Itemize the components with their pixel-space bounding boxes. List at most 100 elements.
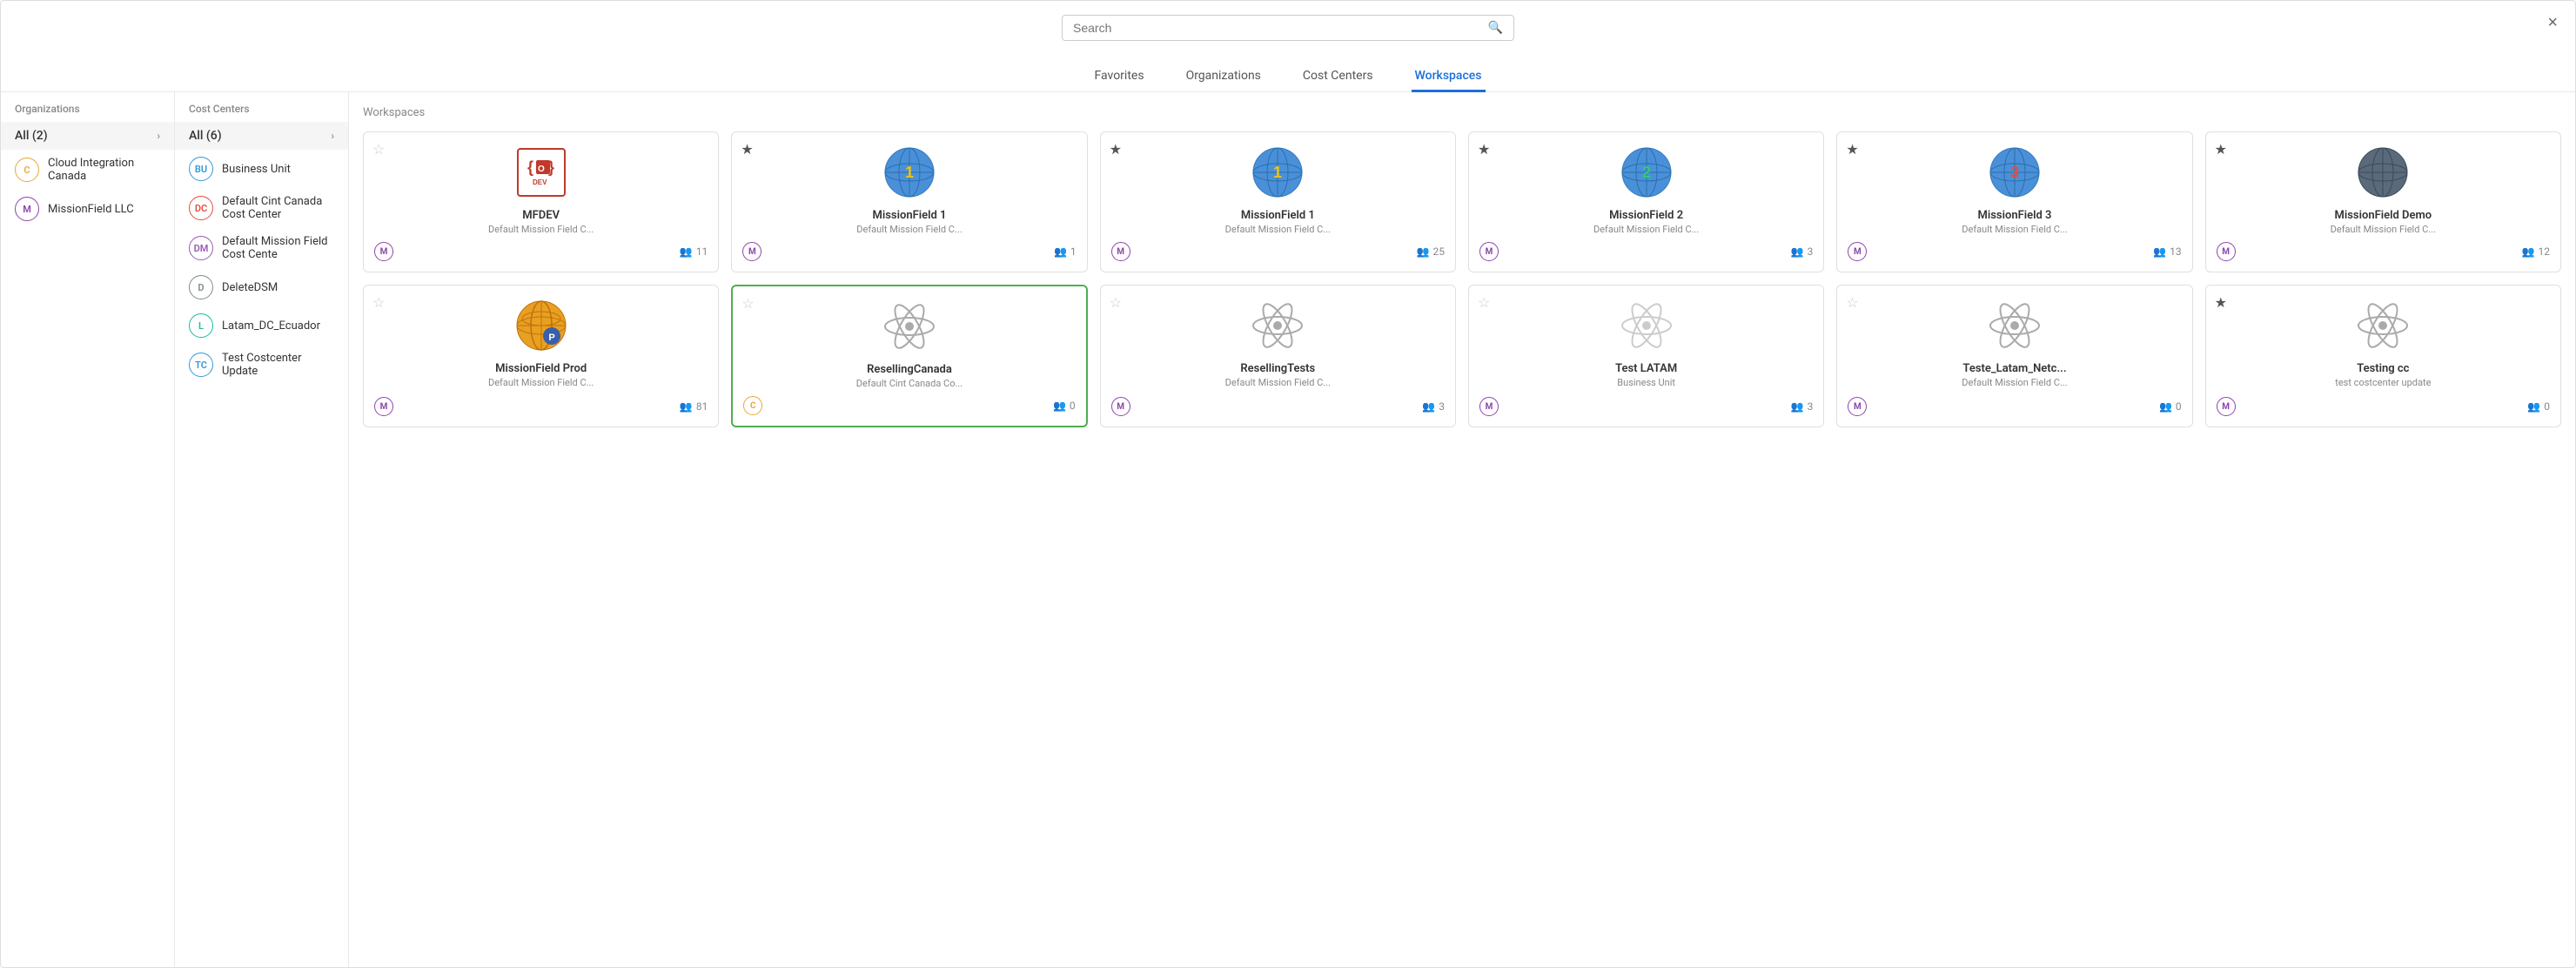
workspace-card-missionfield2[interactable]: ★ 2 MissionField 2 Default Mission Field…: [1468, 131, 1824, 272]
favorite-star[interactable]: ★: [1846, 141, 1858, 158]
favorite-star[interactable]: ☆: [1110, 294, 1122, 311]
workspace-icon: { O } DEV: [513, 145, 569, 200]
favorite-star[interactable]: ★: [2215, 141, 2227, 158]
workspace-icon: 3: [1987, 145, 2043, 200]
user-count: 👥 12: [2522, 245, 2550, 258]
card-footer: M 👥 1: [742, 242, 1076, 261]
sidebar-cc-business-unit[interactable]: BU Business Unit: [175, 150, 348, 188]
cc-avatar: L: [189, 313, 213, 338]
workspace-icon: [1619, 298, 1674, 353]
sidebar-org-cloud-integration[interactable]: C Cloud Integration Canada: [1, 150, 174, 190]
workspaces-title: Workspaces: [363, 106, 2561, 119]
tab-workspaces[interactable]: Workspaces: [1412, 62, 1486, 92]
favorite-star[interactable]: ★: [1110, 141, 1122, 158]
workspace-subtitle: Default Cint Canada Co...: [856, 378, 963, 389]
users-number: 81: [696, 400, 708, 413]
org-badge: M: [1848, 397, 1867, 416]
cc-name: Business Unit: [222, 163, 291, 176]
sidebar-cc-default-cint[interactable]: DC Default Cint Canada Cost Center: [175, 188, 348, 228]
favorite-star[interactable]: ★: [2215, 294, 2227, 311]
svg-text:}: }: [548, 158, 554, 176]
workspace-card-teste-latam-netc[interactable]: ☆ Teste_Latam_Netc... Default Mission Fi…: [1836, 285, 2192, 427]
workspace-card-missionfield1-a[interactable]: ★ 1 MissionField 1 Default Mission Field…: [731, 131, 1087, 272]
cc-name: Latam_DC_Ecuador: [222, 319, 320, 333]
cost-centers-chevron: ›: [331, 130, 334, 142]
user-count: 👥 11: [680, 245, 708, 258]
users-icon: 👥: [2153, 245, 2166, 258]
favorite-star[interactable]: ☆: [1478, 294, 1490, 311]
workspace-card-missionfield1-b[interactable]: ★ 1 MissionField 1 Default Mission Field…: [1100, 131, 1456, 272]
tab-favorites[interactable]: Favorites: [1091, 62, 1148, 92]
workspace-subtitle: test costcenter update: [2335, 377, 2431, 388]
users-icon: 👥: [1791, 400, 1804, 413]
user-count: 👥 81: [680, 400, 708, 413]
workspace-subtitle: Default Mission Field C...: [1962, 377, 2067, 388]
org-badge: M: [1111, 397, 1130, 416]
sidebar-cc-latam-dc[interactable]: L Latam_DC_Ecuador: [175, 306, 348, 345]
sidebar-cc-delete-dsm[interactable]: D DeleteDSM: [175, 268, 348, 306]
workspace-card-missionfield-demo[interactable]: ★ MissionField Demo Default Mission Fiel…: [2205, 131, 2561, 272]
user-count: 👥 25: [1417, 245, 1445, 258]
workspace-name: Test LATAM: [1615, 362, 1677, 375]
tab-organizations[interactable]: Organizations: [1183, 62, 1265, 92]
svg-text:3: 3: [2010, 164, 2019, 181]
workspace-name: Testing cc: [2357, 362, 2409, 375]
org-badge: M: [374, 242, 393, 261]
favorite-star[interactable]: ★: [741, 141, 753, 158]
user-count: 👥 13: [2153, 245, 2181, 258]
favorite-star[interactable]: ☆: [372, 294, 385, 311]
cc-name: Default Mission Field Cost Cente: [222, 235, 334, 261]
header: × 🔍 FavoritesOrganizationsCost CentersWo…: [1, 1, 2575, 92]
workspace-name: MissionField 2: [1609, 209, 1683, 222]
organizations-panel: Organizations All (2) › C Cloud Integrat…: [1, 92, 175, 967]
org-badge: M: [1848, 242, 1867, 261]
users-icon: 👥: [1422, 400, 1435, 413]
workspace-card-mfdev[interactable]: ☆ { O } DEV MFDEV Default Mission Field …: [363, 131, 719, 272]
workspace-card-testing-cc[interactable]: ★ Testing cc test costcenter update M 👥 …: [2205, 285, 2561, 427]
org-badge: M: [2217, 242, 2236, 261]
users-icon: 👥: [2527, 400, 2540, 413]
workspace-card-test-latam[interactable]: ☆ Test LATAM Business Unit M 👥 3: [1468, 285, 1824, 427]
workspace-card-missionfield-prod[interactable]: ☆ P MissionField Prod Default Mission Fi…: [363, 285, 719, 427]
org-badge: M: [374, 397, 393, 416]
sidebar-cc-default-mission[interactable]: DM Default Mission Field Cost Cente: [175, 228, 348, 268]
workspace-icon: P: [513, 298, 569, 353]
card-footer: M 👥 3: [1111, 397, 1445, 416]
sidebar-org-missionfield[interactable]: M MissionField LLC: [1, 190, 174, 228]
search-input[interactable]: [1073, 21, 1488, 35]
workspace-card-missionfield3[interactable]: ★ 3 MissionField 3 Default Mission Field…: [1836, 131, 2192, 272]
user-count: 👥 0: [1053, 400, 1076, 412]
favorite-star[interactable]: ☆: [372, 141, 385, 158]
users-icon: 👥: [680, 245, 693, 258]
org-avatar: M: [15, 197, 39, 221]
workspace-subtitle: Default Mission Field C...: [2331, 224, 2436, 235]
users-number: 12: [2539, 245, 2551, 258]
sidebar-cc-test-costcenter[interactable]: TC Test Costcenter Update: [175, 345, 348, 385]
cc-avatar: DC: [189, 196, 213, 220]
users-number: 0: [1070, 400, 1076, 412]
users-icon: 👥: [1054, 245, 1067, 258]
card-footer: M 👥 25: [1111, 242, 1445, 261]
org-badge: C: [743, 396, 762, 415]
card-footer: M 👥 3: [1479, 397, 1813, 416]
close-button[interactable]: ×: [2547, 13, 2558, 33]
workspace-name: ResellingCanada: [867, 363, 952, 376]
organizations-all-row[interactable]: All (2) ›: [1, 122, 174, 150]
org-name: MissionField LLC: [48, 203, 134, 216]
tab-cost-centers[interactable]: Cost Centers: [1299, 62, 1377, 92]
workspace-card-reselling-tests[interactable]: ☆ ResellingTests Default Mission Field C…: [1100, 285, 1456, 427]
workspace-icon: [1250, 298, 1305, 353]
workspace-subtitle: Business Unit: [1617, 377, 1675, 388]
org-name: Cloud Integration Canada: [48, 157, 160, 183]
workspace-subtitle: Default Mission Field C...: [488, 377, 594, 388]
user-count: 👥 0: [2527, 400, 2550, 413]
favorite-star[interactable]: ☆: [741, 295, 754, 312]
favorite-star[interactable]: ☆: [1846, 294, 1858, 311]
workspace-card-reselling-canada[interactable]: ☆ ResellingCanada Default Cint Canada Co…: [731, 285, 1087, 427]
cc-name: Default Cint Canada Cost Center: [222, 195, 334, 221]
org-badge: M: [1479, 242, 1499, 261]
favorite-star[interactable]: ★: [1478, 141, 1490, 158]
cost-centers-all-row[interactable]: All (6) ›: [175, 122, 348, 150]
workspace-icon: [2355, 298, 2411, 353]
workspace-name: MFDEV: [522, 209, 560, 222]
